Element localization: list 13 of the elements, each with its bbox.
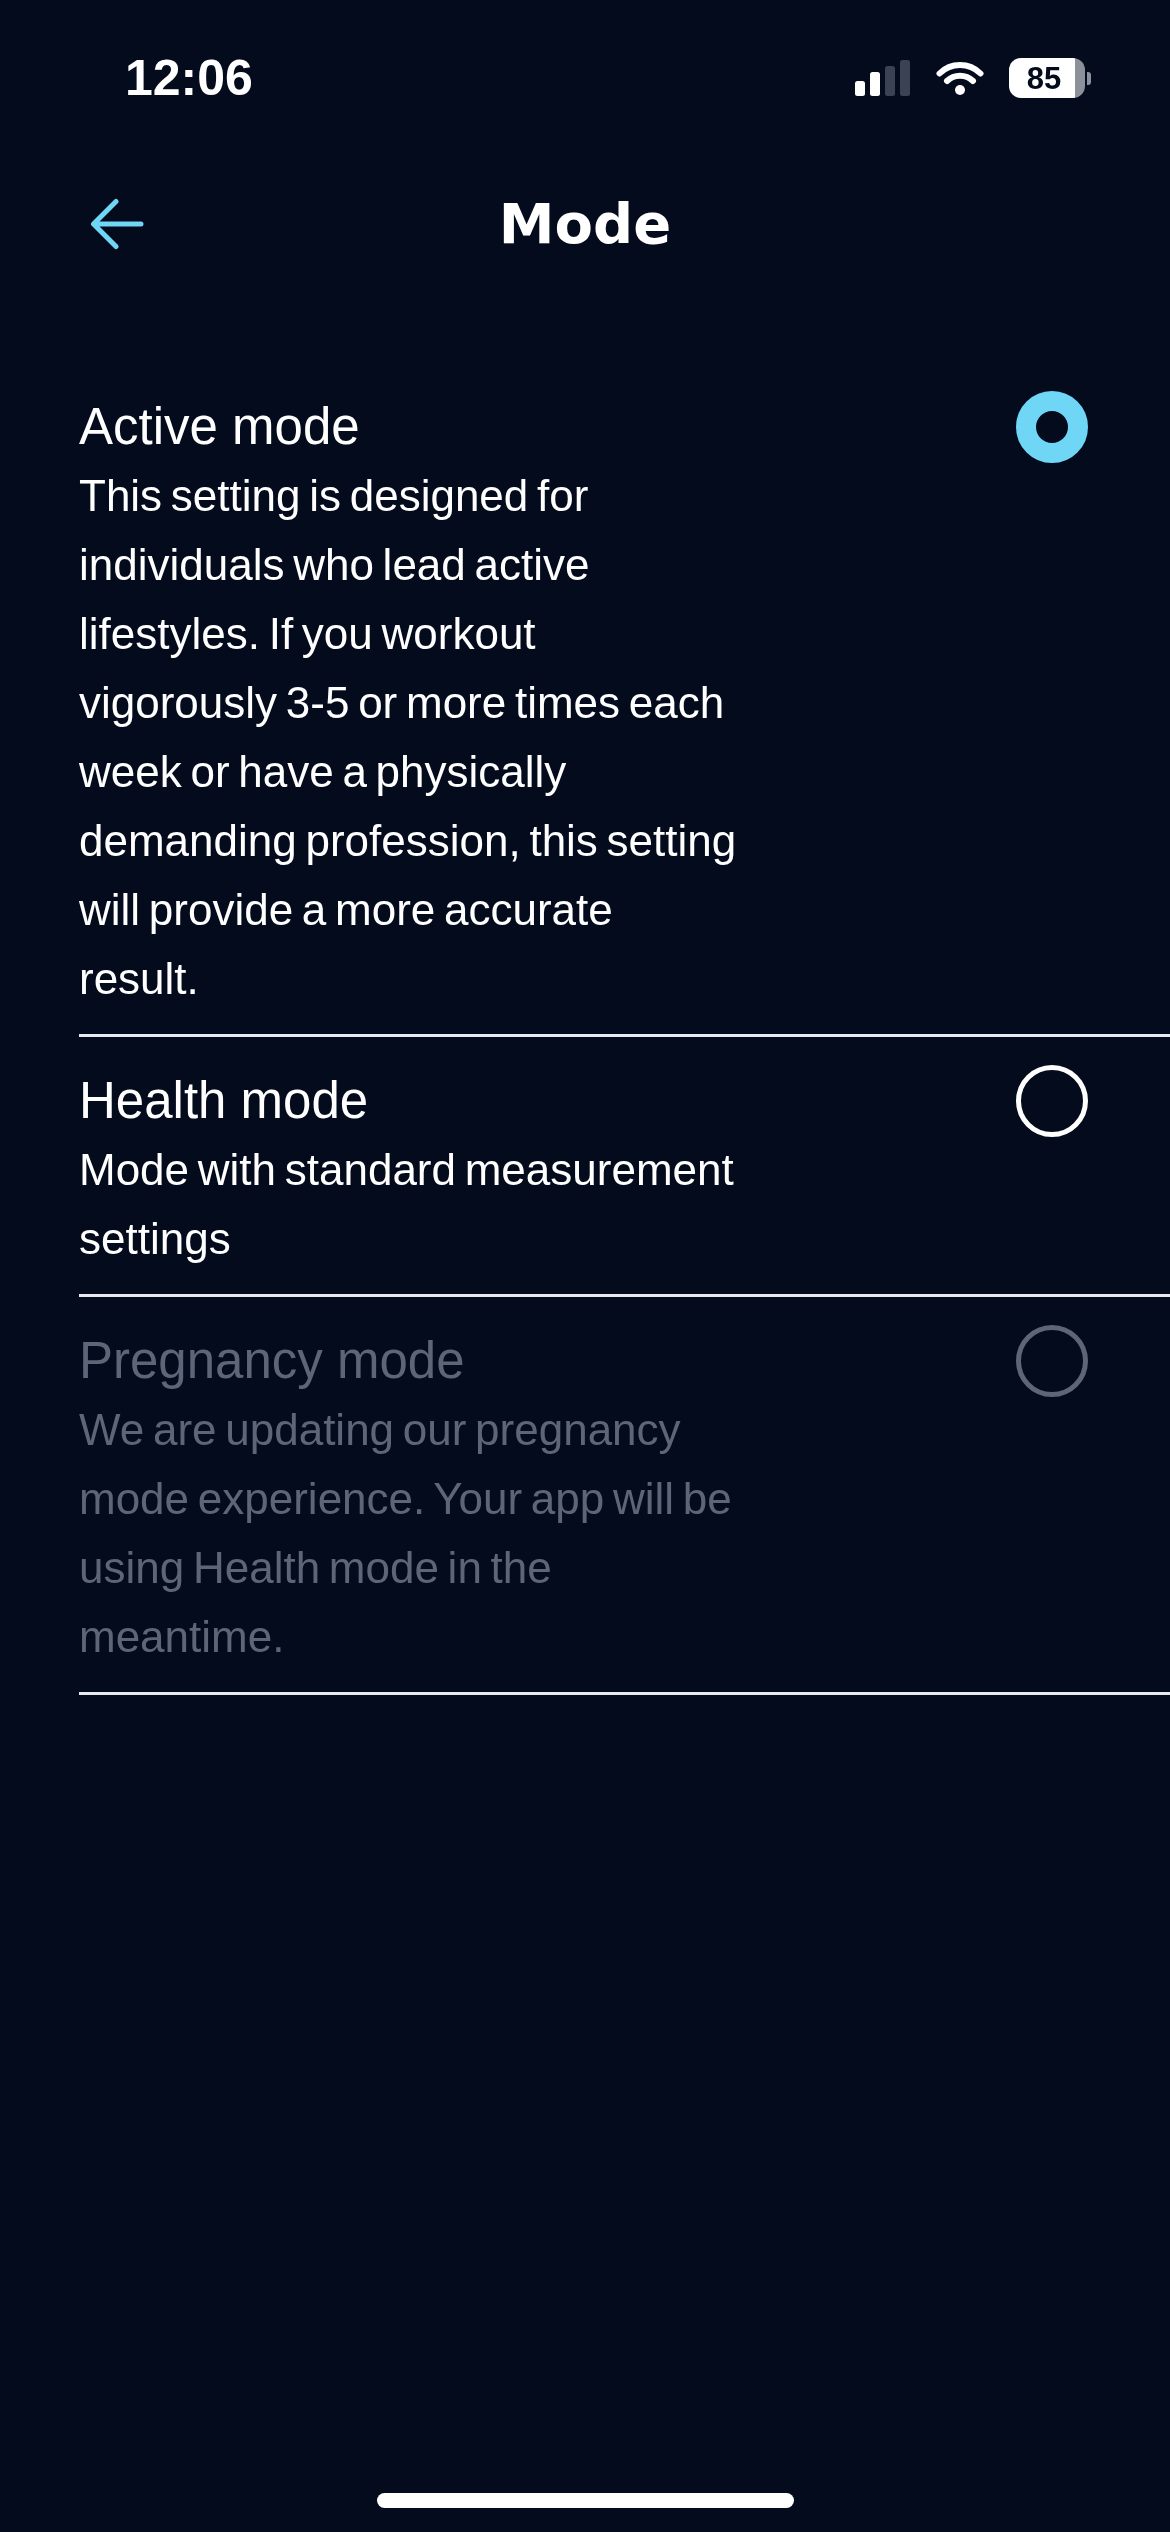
back-arrow-icon bbox=[90, 198, 144, 250]
wifi-icon bbox=[936, 60, 984, 96]
mode-description: We are updating our pregnancy mode experience. Your app will be using Health mode in the meantime. bbox=[79, 1404, 733, 1663]
mode-title: Health mode bbox=[79, 1071, 370, 1131]
screen-title: Mode bbox=[498, 190, 672, 258]
battery-indicator: 85 bbox=[1009, 58, 1091, 98]
mode-description: Mode with standard measurement settings bbox=[79, 1144, 735, 1265]
status-time: 12:06 bbox=[125, 53, 253, 103]
mode-description: This setting is designed for individuals who lead active lifestyles. If you workout vigorously 3-5 or more times each week or have a physically demanding profession, this setting will provide a more accurate result. bbox=[79, 470, 738, 1005]
radio-button[interactable] bbox=[1016, 391, 1088, 463]
mode-title: Pregnancy mode bbox=[79, 1331, 466, 1391]
mode-title: Active mode bbox=[79, 397, 361, 457]
signal-icon bbox=[855, 60, 911, 96]
